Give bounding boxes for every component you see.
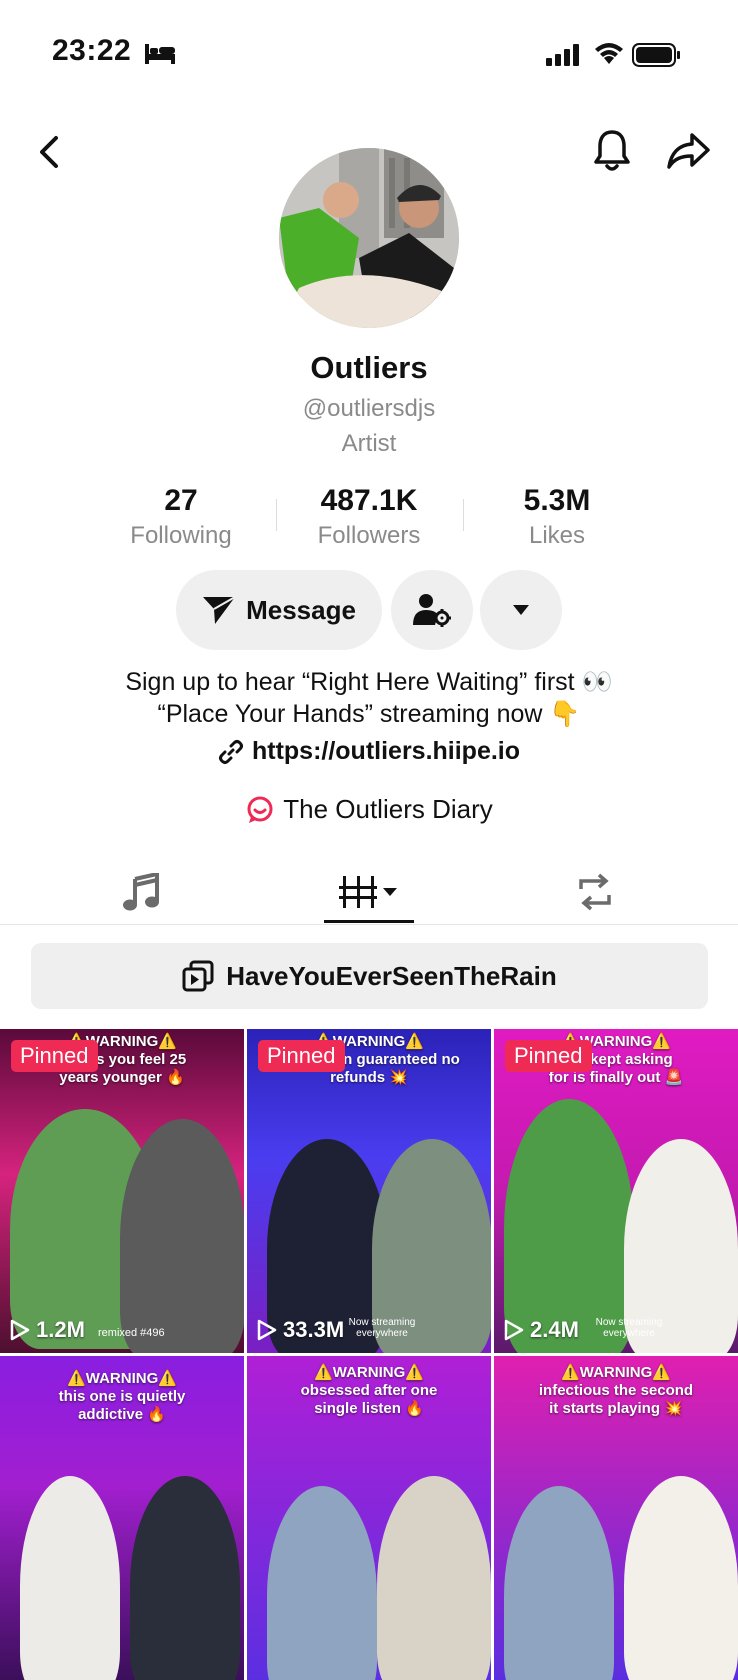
video-caption-line: obsessed after one — [300, 1382, 438, 1399]
video-caption-line: this one is quietly — [58, 1388, 186, 1405]
view-count-value: 1.2M — [36, 1317, 85, 1342]
status-time: 23:22 — [52, 34, 132, 67]
video-overlay-text: Now streaming everywhere — [595, 1317, 663, 1339]
caret-down-icon — [513, 605, 529, 615]
person-figure — [20, 1476, 120, 1680]
following-count: 27 — [164, 484, 198, 517]
bio-link[interactable]: https://outliers.hiipe.io — [0, 737, 738, 766]
view-count: 1.2M — [10, 1317, 85, 1343]
view-count-value: 2.4M — [530, 1317, 579, 1342]
profile-handle: @outliersdjs — [302, 395, 436, 422]
share-button[interactable] — [666, 131, 712, 171]
video-overlay-text: Now streaming everywhere — [348, 1317, 416, 1339]
video-thumbnail[interactable]: ⚠️WARNING⚠️ obsession guaranteed no refu… — [247, 1029, 491, 1353]
person-settings-icon — [413, 594, 451, 627]
notifications-button[interactable] — [592, 128, 632, 174]
message-label: Message — [246, 594, 356, 625]
following-label: Following — [130, 522, 232, 549]
view-count: 33.3M — [257, 1317, 344, 1343]
playlist-chip[interactable]: HaveYouEverSeenTheRain — [31, 943, 708, 1009]
profile-avatar[interactable] — [279, 148, 459, 328]
stat-likes[interactable]: 5.3M Likes — [467, 484, 647, 550]
manage-friend-button[interactable] — [391, 570, 473, 650]
video-thumbnail[interactable]: ⚠️WARNING⚠️ obsessed after one single li… — [247, 1356, 491, 1680]
repost-icon — [579, 873, 611, 911]
video-thumbnail[interactable]: ⚠️WARNING⚠️ this one is quietly addictiv… — [0, 1356, 244, 1680]
diary-link[interactable]: The Outliers Diary — [0, 794, 738, 825]
person-figure — [130, 1476, 240, 1680]
sleep-focus-icon — [145, 42, 175, 69]
view-count-value: 33.3M — [283, 1317, 345, 1342]
music-note-icon — [123, 873, 159, 911]
pinned-badge: Pinned — [258, 1040, 345, 1072]
bio-link-text: https://outliers.hiipe.io — [251, 737, 521, 765]
person-figure — [624, 1476, 738, 1680]
view-count: 2.4M — [504, 1317, 579, 1343]
video-caption-line: single listen 🔥 — [314, 1400, 424, 1417]
share-arrow-icon — [667, 133, 710, 169]
person-figure — [504, 1099, 634, 1353]
link-icon — [218, 739, 243, 764]
pinned-badge: Pinned — [505, 1040, 592, 1072]
bio-line: “Place Your Hands” streaming now 👇 — [157, 700, 581, 728]
video-overlay-text: remixed #496 — [98, 1327, 165, 1339]
video-caption-line: ⚠️WARNING⚠️ — [67, 1370, 177, 1387]
likes-label: Likes — [528, 522, 586, 549]
profile-category: Artist — [341, 430, 397, 457]
followers-label: Followers — [317, 522, 421, 549]
send-icon — [203, 596, 236, 624]
profile-name: Outliers — [310, 350, 428, 385]
video-caption-line: infectious the second — [538, 1382, 694, 1399]
video-caption-line: addictive 🔥 — [78, 1406, 166, 1423]
active-tab-indicator — [324, 920, 414, 923]
video-caption-line: ⚠️WARNING⚠️ — [314, 1364, 424, 1381]
message-button[interactable]: Message — [176, 570, 382, 650]
wifi-icon — [594, 41, 624, 70]
play-icon — [10, 1319, 30, 1341]
bell-icon — [594, 130, 630, 171]
followers-count: 487.1K — [320, 484, 418, 517]
likes-count: 5.3M — [523, 484, 591, 517]
diary-label: The Outliers Diary — [283, 794, 493, 824]
chevron-left-icon — [40, 136, 58, 168]
playlist-icon — [182, 960, 214, 992]
tab-music[interactable] — [81, 862, 201, 922]
back-button[interactable] — [34, 132, 68, 172]
video-thumbnail[interactable]: ⚠️WARNING⚠️ makes you feel 25 years youn… — [0, 1029, 244, 1353]
diary-icon — [247, 796, 273, 823]
more-options-button[interactable] — [480, 570, 562, 650]
video-caption-line: ⚠️WARNING⚠️ — [561, 1364, 671, 1381]
tab-reposts[interactable] — [535, 862, 655, 922]
video-thumbnail[interactable]: ⚠️WARNING⚠️ infectious the second it sta… — [494, 1356, 738, 1680]
tab-videos[interactable] — [309, 862, 429, 922]
bio-line: Sign up to hear “Right Here Waiting” fir… — [125, 668, 613, 696]
person-figure — [377, 1476, 491, 1680]
person-figure — [120, 1119, 244, 1353]
stat-followers[interactable]: 487.1K Followers — [279, 484, 459, 550]
playlist-label: HaveYouEverSeenTheRain — [226, 960, 557, 991]
stat-divider — [463, 499, 464, 531]
stat-following[interactable]: 27 Following — [91, 484, 271, 550]
pinned-badge: Pinned — [11, 1040, 98, 1072]
video-grid-icon — [339, 876, 397, 908]
cellular-signal-icon — [546, 44, 582, 71]
video-thumbnail[interactable]: ⚠️WARNING⚠️ you kept asking for is final… — [494, 1029, 738, 1353]
play-icon — [504, 1319, 524, 1341]
battery-icon — [632, 43, 682, 72]
tabs-divider — [0, 924, 738, 925]
video-caption-line: it starts playing 💥 — [549, 1400, 683, 1417]
play-icon — [257, 1319, 277, 1341]
stat-divider — [276, 499, 277, 531]
